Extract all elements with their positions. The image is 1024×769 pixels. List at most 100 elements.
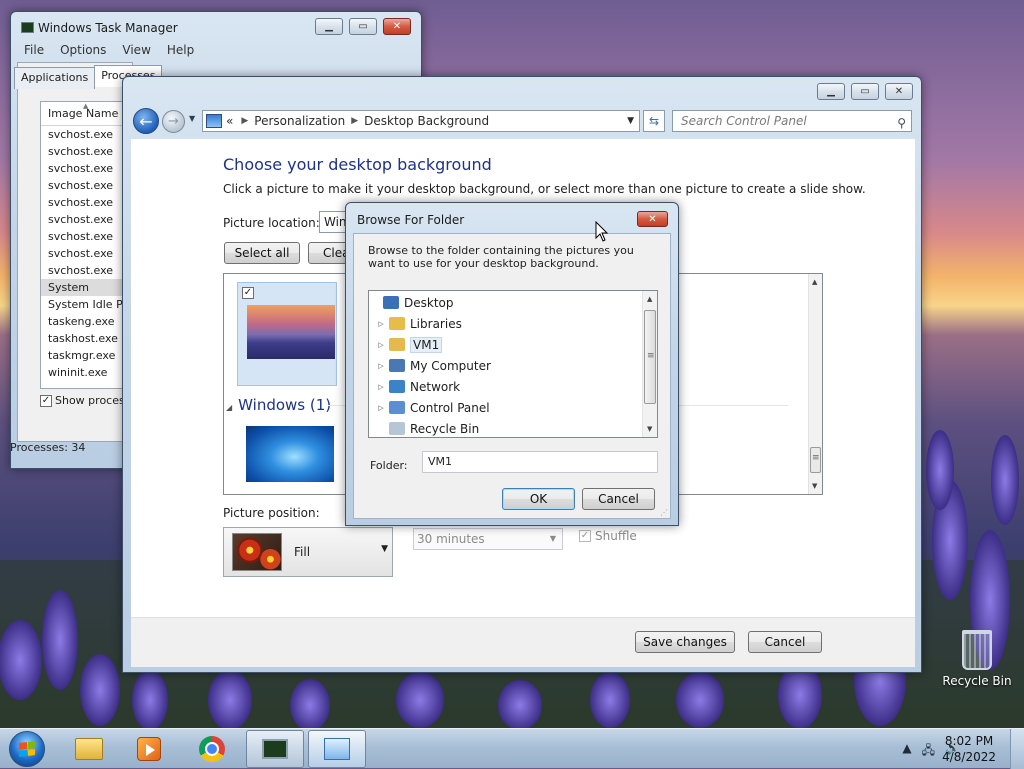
process-row[interactable]: svchost.exe <box>41 245 123 262</box>
tree-scrollbar[interactable]: ▲ ▼ <box>642 291 657 437</box>
tree-item-desktop[interactable]: Desktop <box>369 292 454 313</box>
libraries-icon <box>389 317 405 330</box>
save-changes-button[interactable]: Save changes <box>635 631 735 653</box>
process-row[interactable]: svchost.exe <box>41 211 123 228</box>
menu-view[interactable]: View <box>115 41 157 61</box>
scroll-thumb[interactable] <box>810 447 821 473</box>
gallery-scrollbar[interactable]: ▲ ▼ <box>808 274 822 494</box>
expand-arrow-icon[interactable]: ▷ <box>375 341 387 349</box>
search-input[interactable]: Search Control Panel ⚲ <box>672 110 912 132</box>
tree-item-libraries[interactable]: ▷ Libraries <box>375 313 462 334</box>
expand-arrow-icon[interactable]: ▷ <box>375 320 387 328</box>
minimize-button[interactable]: ▁ <box>817 83 845 100</box>
process-row-selected[interactable]: System <box>41 279 123 296</box>
scroll-up-icon[interactable]: ▲ <box>647 295 652 303</box>
browse-for-folder-dialog[interactable]: Browse For Folder ✕ Browse to the folder… <box>345 202 679 526</box>
process-row[interactable]: svchost.exe <box>41 262 123 279</box>
cancel-button[interactable]: Cancel <box>582 488 655 510</box>
menu-options[interactable]: Options <box>53 41 113 61</box>
process-row[interactable]: taskhost.exe <box>41 330 123 347</box>
tree-item-network[interactable]: ▷ Network <box>375 376 460 397</box>
clock[interactable]: 8:02 PM 4/8/2022 <box>942 733 996 765</box>
chrome-icon <box>199 736 225 762</box>
control-panel-icon <box>206 114 222 128</box>
address-bar[interactable]: « ▶ Personalization ▶ Desktop Background… <box>202 110 640 132</box>
interval-dropdown[interactable]: 30 minutes ▼ <box>413 528 563 550</box>
taskbar-control-panel-button[interactable] <box>308 730 366 768</box>
close-button[interactable]: ✕ <box>383 18 411 35</box>
desktop-icon <box>383 296 399 309</box>
column-image-name[interactable]: ▲ Image Name <box>41 102 123 126</box>
refresh-button[interactable]: ⇆ <box>643 110 665 132</box>
address-dropdown-icon[interactable]: ▼ <box>627 116 634 126</box>
lake-sunset-thumbnail <box>247 305 335 359</box>
forward-button[interactable]: → <box>162 110 185 133</box>
thumbnail-checkbox[interactable]: ✓ <box>242 287 254 299</box>
breadcrumb-desktop-background[interactable]: Desktop Background <box>364 114 489 128</box>
network-status-icon[interactable]: 🖧 <box>922 741 935 762</box>
windows-logo-thumbnail[interactable] <box>246 426 334 482</box>
expand-arrow-icon[interactable]: ▷ <box>375 362 387 370</box>
tab-applications[interactable]: Applications <box>14 67 96 89</box>
scroll-thumb[interactable] <box>644 310 656 404</box>
taskbar-chrome-button[interactable] <box>183 730 241 768</box>
shuffle-checkbox[interactable]: ✓ Shuffle <box>579 529 637 543</box>
folder-input[interactable]: VM1 <box>422 451 658 473</box>
taskbar-task-manager-button[interactable] <box>246 730 304 768</box>
maximize-button[interactable]: ▭ <box>349 18 377 35</box>
process-row[interactable]: svchost.exe <box>41 160 123 177</box>
process-row[interactable]: svchost.exe <box>41 143 123 160</box>
back-button[interactable]: ← <box>133 108 159 134</box>
scroll-down-icon[interactable]: ▼ <box>647 425 652 433</box>
menu-file[interactable]: File <box>17 41 51 61</box>
scroll-up-icon[interactable]: ▲ <box>812 278 817 286</box>
expand-arrow-icon[interactable]: ▷ <box>375 404 387 412</box>
search-icon[interactable]: ⚲ <box>897 113 906 133</box>
wallpaper-thumbnail-selected[interactable]: ✓ <box>237 282 337 386</box>
sort-arrow-icon: ▲ <box>83 102 89 110</box>
task-manager-icon <box>21 22 34 33</box>
process-row[interactable]: svchost.exe <box>41 126 123 143</box>
tree-item-control-panel[interactable]: ▷ Control Panel <box>375 397 489 418</box>
process-row[interactable]: System Idle P... <box>41 296 123 313</box>
back-arrow-icon: ← <box>139 111 153 131</box>
process-row[interactable]: taskeng.exe <box>41 313 123 330</box>
tree-item-vm1[interactable]: ▷ VM1 <box>375 334 443 355</box>
taskbar-media-player-button[interactable] <box>120 730 178 768</box>
process-row[interactable]: svchost.exe <box>41 194 123 211</box>
taskbar: ▲ 🖧 🔊 8:02 PM 4/8/2022 <box>0 728 1024 769</box>
show-hidden-icons-icon[interactable]: ▲ <box>902 741 911 762</box>
computer-icon <box>389 359 405 372</box>
group-header[interactable]: ◢ Windows (1) <box>226 396 331 414</box>
process-row[interactable]: svchost.exe <box>41 228 123 245</box>
folder-tree[interactable]: Desktop ▷ Libraries ▷ VM1 ▷ My Computer … <box>368 290 658 438</box>
expand-arrow-icon[interactable]: ▷ <box>375 383 387 391</box>
breadcrumb-prefix[interactable]: « <box>226 114 233 128</box>
select-all-button[interactable]: Select all <box>224 242 300 264</box>
picture-position-dropdown[interactable]: Fill ▼ <box>223 527 393 577</box>
close-button[interactable]: ✕ <box>637 211 668 227</box>
recycle-bin-desktop-icon[interactable]: Recycle Bin <box>940 630 1014 688</box>
user-folder-icon <box>389 338 405 351</box>
process-list[interactable]: ▲ Image Name svchost.exe svchost.exe svch… <box>40 101 124 389</box>
maximize-button[interactable]: ▭ <box>851 83 879 100</box>
close-button[interactable]: ✕ <box>885 83 913 100</box>
start-button[interactable] <box>4 729 50 769</box>
scroll-down-icon[interactable]: ▼ <box>812 482 817 490</box>
ok-button[interactable]: OK <box>502 488 575 510</box>
tree-item-recycle-bin[interactable]: Recycle Bin <box>375 418 479 437</box>
navigation-bar: ← → ▼ « ▶ Personalization ▶ Desktop Back… <box>123 105 921 137</box>
process-row[interactable]: wininit.exe <box>41 364 123 381</box>
taskbar-explorer-button[interactable] <box>60 730 118 768</box>
breadcrumb-personalization[interactable]: Personalization <box>254 114 345 128</box>
minimize-button[interactable]: ▁ <box>315 18 343 35</box>
tree-item-my-computer[interactable]: ▷ My Computer <box>375 355 491 376</box>
cancel-button[interactable]: Cancel <box>748 631 822 653</box>
process-row[interactable]: taskmgr.exe <box>41 347 123 364</box>
process-row[interactable]: svchost.exe <box>41 177 123 194</box>
resize-grip-icon[interactable]: ⋰ <box>660 508 668 517</box>
recent-pages-dropdown-icon[interactable]: ▼ <box>189 114 195 123</box>
show-processes-checkbox[interactable]: ✓ Show process <box>40 394 130 407</box>
show-desktop-button[interactable] <box>1010 729 1024 769</box>
menu-help[interactable]: Help <box>160 41 201 61</box>
